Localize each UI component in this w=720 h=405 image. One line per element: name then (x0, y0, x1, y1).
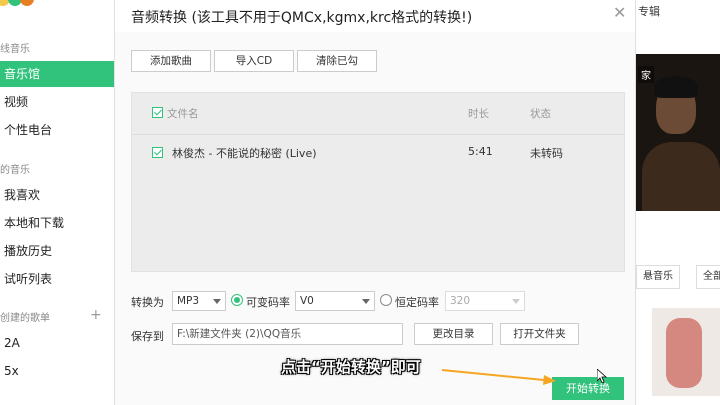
tab-album-partial[interactable]: 专辑 (638, 3, 660, 19)
list-header: 文件名 时长 状态 (132, 93, 624, 135)
sidebar-section-online: 线音乐 (0, 44, 30, 55)
plus-icon[interactable]: + (90, 307, 102, 323)
banner-figure-hair (654, 76, 698, 98)
sidebar-item-video[interactable]: 视频 (0, 89, 114, 115)
vbr-value: V0 (300, 295, 314, 307)
album-cover[interactable] (652, 308, 720, 396)
save-to-label: 保存到 (131, 330, 164, 343)
sidebar-item-trial-list[interactable]: 试听列表 (0, 266, 114, 292)
sidebar-item-music-hall[interactable]: 音乐馆 (0, 61, 114, 87)
vbr-label: 可变码率 (246, 296, 290, 309)
app-window: 线音乐 音乐馆 视频 个性电台 的音乐 我喜欢 本地和下载 播放历史 试听列表 … (0, 0, 720, 405)
add-song-button[interactable]: 添加歌曲 (131, 50, 211, 72)
cbr-select[interactable]: 320 (445, 291, 525, 311)
sidebar-section-my-music: 的音乐 (0, 165, 30, 176)
artist-banner[interactable]: 家 (636, 54, 720, 211)
start-convert-button[interactable]: 开始转换 (552, 377, 624, 400)
select-all-checkbox[interactable] (152, 107, 163, 118)
column-duration[interactable]: 时长 (468, 106, 489, 121)
close-icon[interactable]: ✕ (613, 3, 626, 22)
sidebar-playlist-2a[interactable]: 2A (0, 330, 114, 356)
import-cd-button[interactable]: 导入CD (214, 50, 294, 72)
tutorial-caption: 点击“开始转换”即可 (281, 358, 421, 376)
banner-tag: 家 (638, 66, 654, 83)
sidebar-item-history[interactable]: 播放历史 (0, 238, 114, 264)
app-logo (0, 0, 56, 10)
audio-convert-dialog: 音频转换 (该工具不用于QMCx,kgmx,krc格式的转换!) ✕ 添加歌曲 … (114, 0, 636, 405)
change-directory-button[interactable]: 更改目录 (414, 323, 493, 345)
format-value: MP3 (177, 295, 200, 307)
save-path-field[interactable]: F:\新建文件夹 (2)\QQ音乐 (172, 323, 403, 345)
banner-figure-body (642, 142, 720, 211)
dialog-title: 音频转换 (该工具不用于QMCx,kgmx,krc格式的转换!) (131, 10, 473, 26)
category-button-music[interactable]: 悬音乐 (636, 265, 680, 289)
column-status[interactable]: 状态 (530, 106, 551, 121)
cbr-label: 恒定码率 (395, 296, 439, 309)
song-name: 林俊杰 - 不能说的秘密 (Live) (172, 147, 317, 160)
open-folder-button[interactable]: 打开文件夹 (500, 323, 579, 345)
cbr-value: 320 (450, 295, 471, 307)
convert-to-label: 转换为 (131, 296, 164, 309)
sidebar-section-created-playlists: 创建的歌单 (0, 313, 50, 324)
cbr-radio[interactable] (380, 294, 392, 306)
format-select[interactable]: MP3 (172, 291, 226, 311)
category-button-all[interactable]: 全部 (696, 265, 720, 289)
sidebar-item-radio[interactable]: 个性电台 (0, 117, 114, 143)
song-status: 未转码 (530, 147, 563, 160)
mouse-cursor-icon (597, 369, 607, 383)
clear-checked-button[interactable]: 清除已勾 (297, 50, 377, 72)
row-checkbox[interactable] (152, 147, 163, 158)
vbr-radio[interactable] (231, 294, 243, 306)
song-list: 文件名 时长 状态 林俊杰 - 不能说的秘密 (Live) 5:41 未转码 (131, 92, 625, 272)
sidebar: 线音乐 音乐馆 视频 个性电台 的音乐 我喜欢 本地和下载 播放历史 试听列表 … (0, 0, 114, 405)
background-content: 专辑 家 悬音乐 全部 (636, 0, 720, 405)
vbr-select[interactable]: V0 (295, 291, 375, 311)
column-file-name[interactable]: 文件名 (167, 106, 199, 121)
sidebar-item-favorites[interactable]: 我喜欢 (0, 182, 114, 208)
song-duration: 5:41 (468, 145, 493, 158)
sidebar-playlist-5x[interactable]: 5x (0, 358, 114, 384)
annotation-arrow-icon (441, 369, 556, 385)
sidebar-item-local-download[interactable]: 本地和下载 (0, 210, 114, 236)
